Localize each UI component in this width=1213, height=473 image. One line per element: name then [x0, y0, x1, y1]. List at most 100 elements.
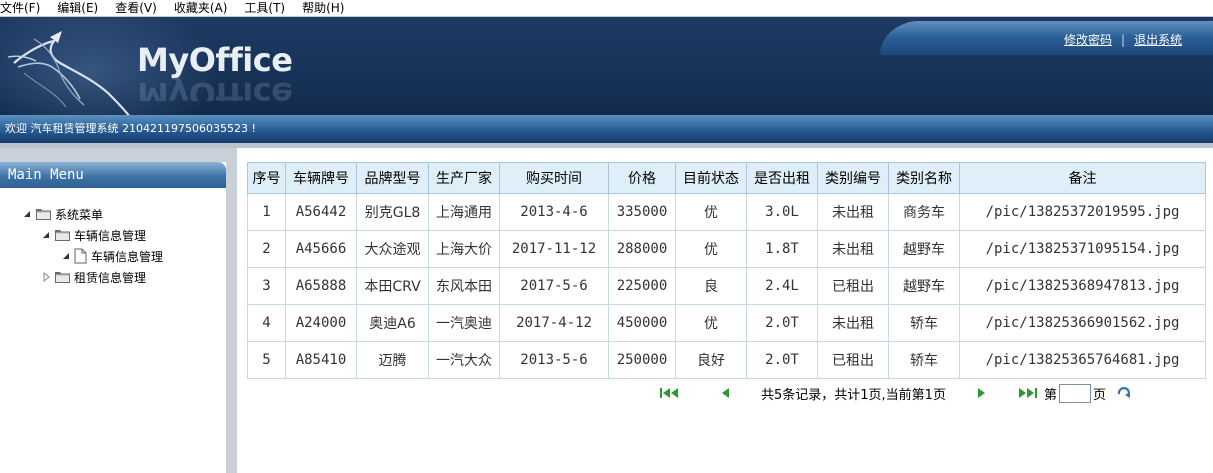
cell-model: 别克GL8	[356, 193, 429, 231]
pager-summary: 共5条记录，共计1页,当前第1页	[761, 387, 946, 403]
menu-favorites[interactable]: 收藏夹(A)	[174, 1, 236, 15]
column-header-status[interactable]: 目前状态	[675, 162, 747, 194]
column-header-price[interactable]: 价格	[608, 162, 676, 194]
main-menu-title: Main Menu	[0, 162, 226, 188]
cell-rented: 2.0T	[746, 304, 818, 342]
cell-status: 良	[675, 267, 747, 305]
cell-purchase-date: 2013-4-6	[499, 193, 609, 231]
prev-page-icon	[722, 388, 729, 398]
table-row[interactable]: 5 A85410 迈腾 一汽大众 2013-5-6 250000 良好 2.0T…	[247, 341, 1206, 379]
cell-maker: 上海大价	[428, 230, 500, 268]
cell-remarks: /pic/13825366901562.jpg	[959, 304, 1206, 342]
column-header-purchase-date[interactable]: 购买时间	[499, 162, 609, 194]
tree-label-rental-group: 租赁信息管理	[74, 270, 147, 285]
cell-plate: A65888	[285, 267, 357, 305]
column-header-rented[interactable]: 是否出租	[746, 162, 818, 194]
tree-node-rental-group[interactable]: 租赁信息管理	[41, 268, 146, 286]
logout-link[interactable]: 退出系统	[1134, 31, 1182, 48]
cell-maker: 东风本田	[428, 267, 500, 305]
cell-category-name: 轿车	[888, 341, 960, 379]
collapse-triangle-icon[interactable]	[41, 230, 51, 240]
column-header-maker[interactable]: 生产厂家	[428, 162, 500, 194]
first-page-button[interactable]	[659, 387, 681, 399]
folder-icon	[36, 209, 51, 220]
next-page-button[interactable]	[976, 387, 986, 399]
expand-triangle-icon[interactable]	[41, 272, 51, 282]
header-links: 修改密码 | 退出系统	[1064, 31, 1182, 48]
cell-plate: A24000	[285, 304, 357, 342]
table-row[interactable]: 3 A65888 本田CRV 东风本田 2017-5-6 225000 良 2.…	[247, 267, 1206, 305]
page-jump-input[interactable]	[1058, 383, 1091, 403]
cell-price: 450000	[608, 304, 676, 342]
tree-label-vehicle-group: 车辆信息管理	[74, 228, 147, 243]
column-header-plate[interactable]: 车辆牌号	[285, 162, 357, 194]
folder-icon	[55, 230, 70, 241]
first-page-icon	[660, 388, 678, 398]
cell-status: 优	[675, 230, 747, 268]
main-content: 序号 车辆牌号 品牌型号 生产厂家 购买时间 价格 目前状态 是否出租 类别编号…	[237, 148, 1213, 473]
menu-tools[interactable]: 工具(T)	[244, 1, 293, 15]
folder-icon	[55, 272, 70, 283]
tree-node-system-menu[interactable]: 系统菜单	[22, 205, 103, 223]
cell-purchase-date: 2017-4-12	[499, 304, 609, 342]
cell-plate: A56442	[285, 193, 357, 231]
cell-rented: 2.4L	[746, 267, 818, 305]
table-row[interactable]: 4 A24000 奥迪A6 一汽奥迪 2017-4-12 450000 优 2.…	[247, 304, 1206, 342]
cell-model: 迈腾	[356, 341, 429, 379]
menu-file[interactable]: 文件(F)	[0, 1, 48, 15]
menu-help[interactable]: 帮助(H)	[302, 1, 352, 15]
cell-category-id: 已租出	[817, 267, 889, 305]
cell-index: 2	[247, 230, 286, 268]
column-header-remarks[interactable]: 备注	[959, 162, 1206, 194]
cell-remarks: /pic/13825368947813.jpg	[959, 267, 1206, 305]
cell-index: 1	[247, 193, 286, 231]
cell-index: 5	[247, 341, 286, 379]
cell-purchase-date: 2017-11-12	[499, 230, 609, 268]
change-password-link[interactable]: 修改密码	[1064, 31, 1112, 48]
cell-category-id: 未出租	[817, 304, 889, 342]
cell-status: 优	[675, 304, 747, 342]
go-refresh-icon	[1117, 387, 1130, 398]
menu-edit[interactable]: 编辑(E)	[57, 1, 106, 15]
table-row[interactable]: 1 A56442 别克GL8 上海通用 2013-4-6 335000 优 3.…	[247, 193, 1206, 231]
column-header-category-name[interactable]: 类别名称	[888, 162, 960, 194]
document-icon	[74, 248, 87, 264]
bird-logo-icon	[7, 31, 130, 115]
tree-node-vehicle-group[interactable]: 车辆信息管理	[41, 226, 146, 244]
column-header-model[interactable]: 品牌型号	[356, 162, 429, 194]
cell-maker: 一汽大众	[428, 341, 500, 379]
last-page-button[interactable]	[1016, 387, 1038, 399]
last-page-icon	[1018, 388, 1037, 398]
prev-page-button[interactable]	[721, 387, 731, 399]
menu-view[interactable]: 查看(V)	[115, 1, 165, 15]
cell-remarks: /pic/13825371095154.jpg	[959, 230, 1206, 268]
collapse-triangle-icon[interactable]	[22, 209, 32, 219]
tree-node-vehicle-info[interactable]: 车辆信息管理	[61, 247, 163, 265]
cell-category-name: 商务车	[888, 193, 960, 231]
table-header-row: 序号 车辆牌号 品牌型号 生产厂家 购买时间 价格 目前状态 是否出租 类别编号…	[247, 162, 1206, 194]
go-page-button[interactable]	[1116, 386, 1132, 400]
cell-model: 奥迪A6	[356, 304, 429, 342]
table-row[interactable]: 2 A45666 大众途观 上海大价 2017-11-12 288000 优 1…	[247, 230, 1206, 268]
cell-remarks: /pic/13825365764681.jpg	[959, 341, 1206, 379]
cell-remarks: /pic/13825372019595.jpg	[959, 193, 1206, 231]
app-logo-reflection: MyOffice	[137, 77, 293, 101]
cell-maker: 上海通用	[428, 193, 500, 231]
column-header-category-id[interactable]: 类别编号	[817, 162, 889, 194]
cell-index: 3	[247, 267, 286, 305]
cell-price: 288000	[608, 230, 676, 268]
cell-category-id: 未出租	[817, 230, 889, 268]
collapse-triangle-icon	[63, 253, 69, 259]
welcome-bar: 欢迎 汽车租赁管理系统 210421197506035523 !	[0, 115, 1213, 143]
vehicle-table: 序号 车辆牌号 品牌型号 生产厂家 购买时间 价格 目前状态 是否出租 类别编号…	[247, 162, 1206, 379]
cell-rented: 2.0T	[746, 341, 818, 379]
cell-purchase-date: 2017-5-6	[499, 267, 609, 305]
cell-rented: 3.0L	[746, 193, 818, 231]
cell-price: 250000	[608, 341, 676, 379]
tree-label-system-menu: 系统菜单	[55, 207, 104, 222]
cell-category-name: 轿车	[888, 304, 960, 342]
cell-category-name: 越野车	[888, 230, 960, 268]
cell-price: 335000	[608, 193, 676, 231]
header-link-separator: |	[1121, 32, 1126, 47]
column-header-index[interactable]: 序号	[247, 162, 286, 194]
